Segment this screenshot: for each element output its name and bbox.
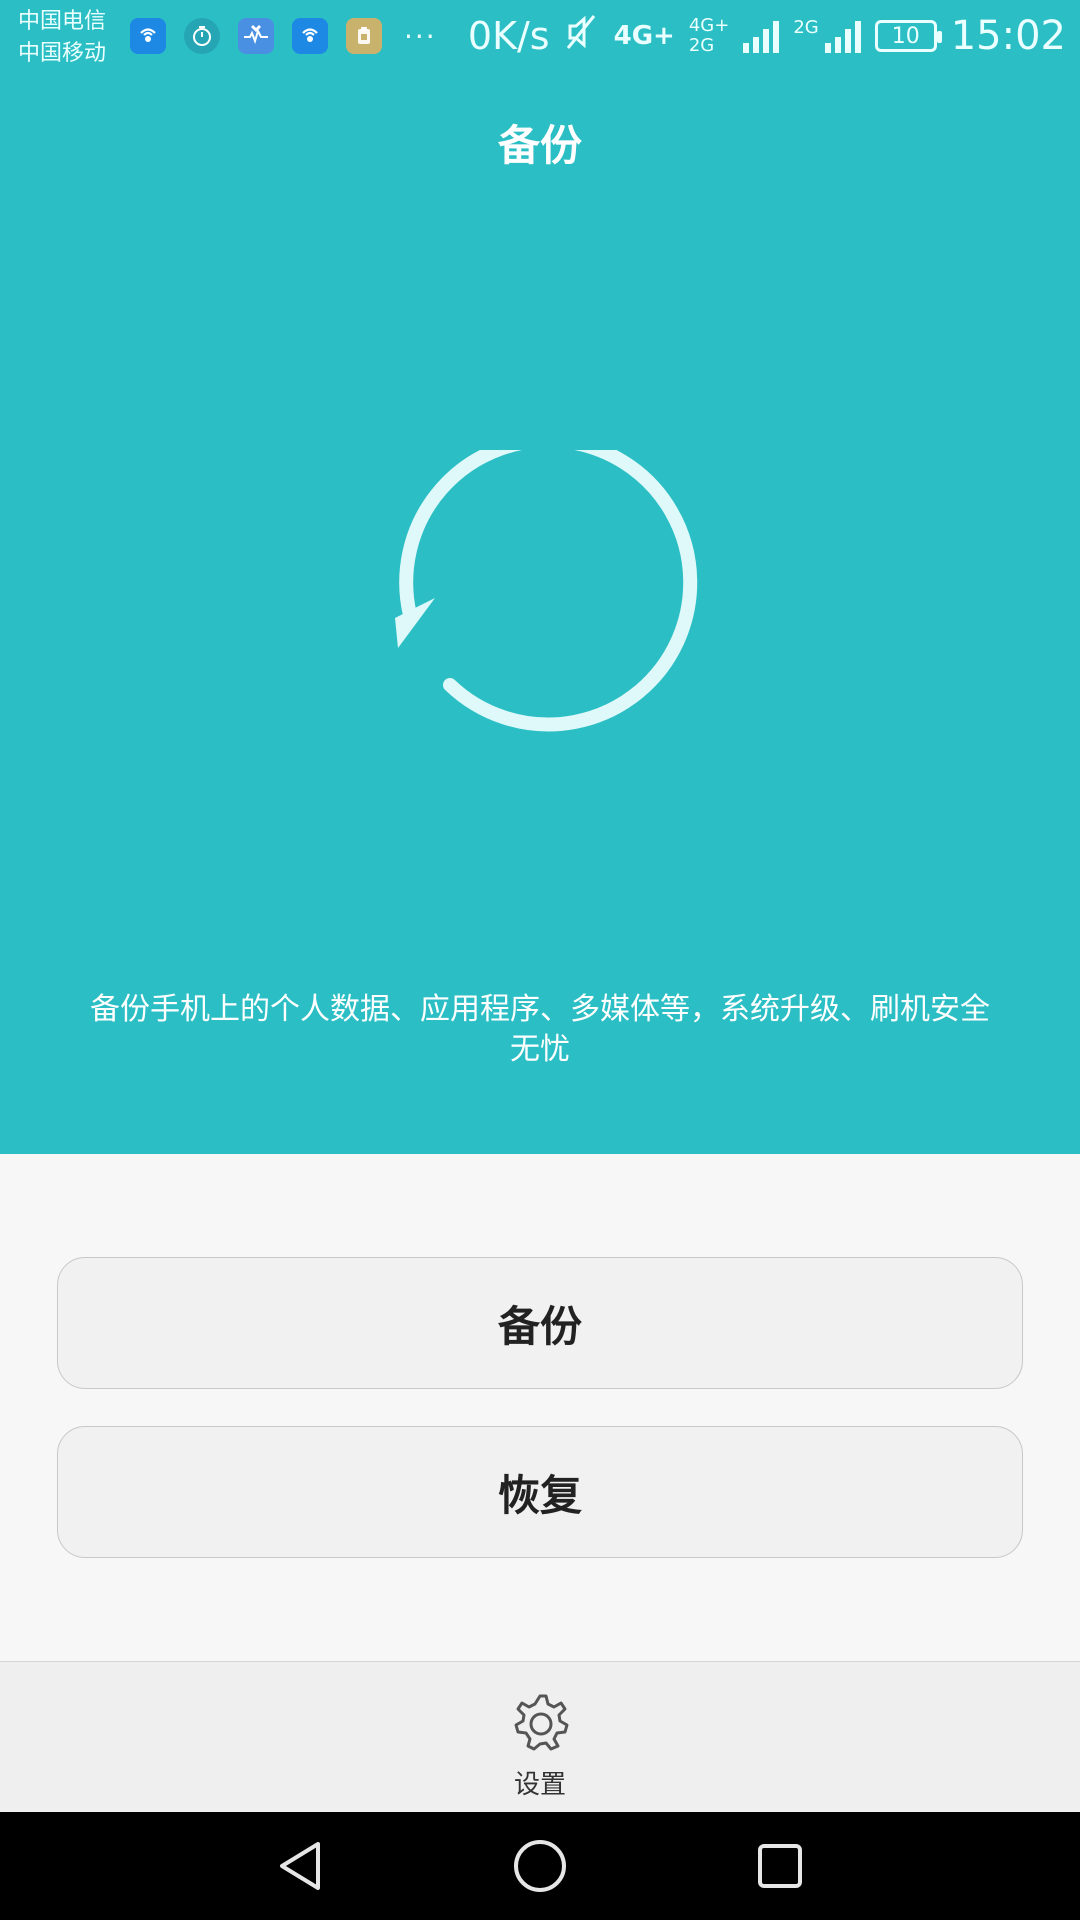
clipboard-icon	[346, 18, 382, 54]
network-type-tertiary: 2G	[688, 35, 715, 56]
battery-icon: 10	[874, 20, 942, 52]
heart-monitor-icon	[238, 18, 274, 54]
bottom-bar: 设置	[0, 1662, 1080, 1812]
settings-label: 设置	[513, 1770, 566, 1800]
status-bar: 中国电信 中国移动 ··· 0K/s 4G+ 4G+ 2G 2G 10 15:0…	[0, 0, 1080, 78]
system-navigation-bar	[0, 1812, 1080, 1920]
network-type-primary: 4G+	[613, 21, 675, 51]
signal-bars-icon	[743, 19, 780, 53]
backup-refresh-icon	[380, 433, 710, 780]
network-2g: 2G	[793, 17, 861, 53]
mute-icon	[564, 12, 600, 61]
backup-screen: 中国电信 中国移动 ··· 0K/s 4G+ 4G+ 2G 2G 10 15:0…	[0, 0, 1080, 1920]
timer-icon	[184, 18, 220, 54]
wifi-hotspot-icon	[292, 18, 328, 54]
status-right: 0K/s 4G+ 4G+ 2G 2G 10 15:02	[468, 10, 1066, 62]
network-speed: 0K/s	[467, 14, 550, 58]
home-icon[interactable]	[512, 1838, 568, 1894]
backup-description: 备份手机上的个人数据、应用程序、多媒体等，系统升级、刷机安全无忧	[90, 992, 990, 1067]
status-notifications: ···	[130, 18, 437, 54]
settings-button[interactable]: 设置	[0, 1688, 1080, 1801]
network-type-secondary: 4G+	[688, 15, 730, 36]
network-type-stack: 4G+ 2G	[689, 16, 729, 56]
clock: 15:02	[950, 13, 1066, 59]
restore-button[interactable]: 恢复	[57, 1426, 1023, 1558]
back-icon[interactable]	[272, 1838, 328, 1894]
network-type-quaternary: 2G	[793, 17, 819, 38]
carrier-1: 中国电信	[18, 9, 107, 34]
backup-button[interactable]: 备份	[57, 1257, 1023, 1389]
battery-level: 10	[891, 23, 920, 49]
carrier-info: 中国电信 中国移动	[18, 6, 128, 70]
gear-icon	[508, 1688, 572, 1752]
recent-apps-icon[interactable]	[752, 1838, 808, 1894]
hero-section: 中国电信 中国移动 ··· 0K/s 4G+ 4G+ 2G 2G 10 15:0…	[0, 0, 1080, 1154]
wifi-hotspot-icon	[130, 18, 166, 54]
page-title: 备份	[497, 121, 582, 170]
signal-bars-icon	[824, 19, 861, 53]
carrier-2: 中国移动	[18, 41, 107, 66]
more-notifications: ···	[404, 19, 437, 53]
